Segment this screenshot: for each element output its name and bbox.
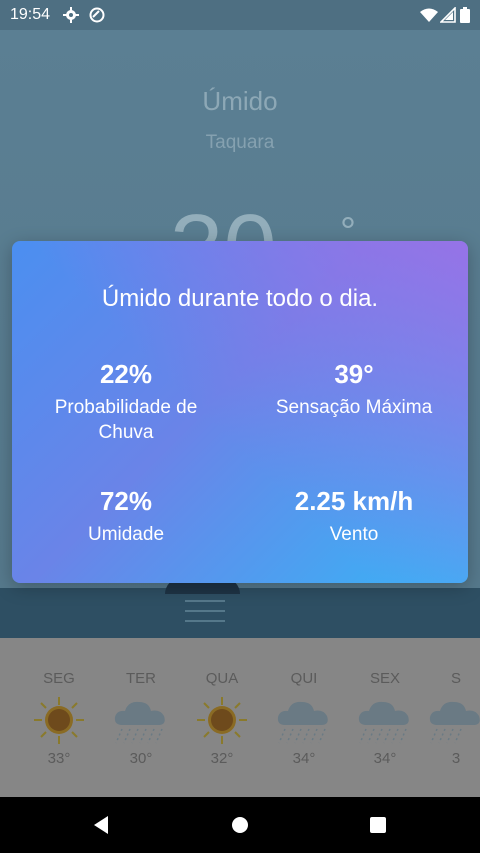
stat-label: Probabilidade de Chuva: [54, 397, 198, 443]
scene-reflection: [185, 600, 225, 602]
forecast-day[interactable]: QUA 32°: [181, 638, 263, 797]
max-feel-stat: 39° Sensação Máxima: [240, 359, 468, 421]
sun-icon: [197, 697, 247, 744]
forecast-strip: SEG 33° TER 30° QUA 32° QUI 34° SEX 34° …: [0, 638, 480, 797]
city-name: Taquara: [205, 132, 275, 153]
rain-icon: [358, 701, 409, 744]
forecast-day[interactable]: S 3: [415, 638, 480, 797]
forecast-day[interactable]: TER 30°: [100, 638, 182, 797]
humidity-stat: 72% Umidade: [12, 486, 240, 548]
wind-stat: 2.25 km/h Vento: [240, 486, 468, 548]
rain-probability-stat: 22% Probabilidade de Chuva: [12, 359, 240, 445]
forecast-day-label: QUI: [290, 670, 318, 687]
forecast-day[interactable]: SEG 33°: [18, 638, 100, 797]
stat-label: Vento: [329, 524, 379, 545]
forecast-day-label: S: [450, 670, 461, 687]
forecast-temp: 33°: [47, 750, 71, 767]
stat-label: Umidade: [87, 524, 165, 545]
weather-summary-dialog[interactable]: Úmido durante todo o dia. 22% Probabilid…: [12, 241, 468, 583]
forecast-day[interactable]: SEX 34°: [344, 638, 426, 797]
rain-icon: [114, 701, 165, 744]
battery-icon: [460, 7, 470, 23]
current-temperature: 30: [170, 196, 277, 241]
sun-icon: [34, 697, 84, 744]
degree-symbol: °: [340, 210, 356, 241]
status-bar: 19:54: [0, 0, 480, 30]
dialog-title: Úmido durante todo o dia.: [101, 285, 379, 312]
stat-value: 22%: [99, 359, 153, 389]
status-time: 19:54: [10, 6, 51, 23]
navigation-bar: [0, 797, 480, 853]
wifi-icon: [420, 8, 438, 22]
stat-value: 39°: [334, 359, 374, 389]
recents-icon[interactable]: [366, 813, 390, 837]
forecast-day-label: QUA: [205, 670, 239, 687]
rain-icon: [277, 701, 328, 744]
forecast-temp: 34°: [292, 750, 316, 767]
forecast-temp: 3: [451, 750, 461, 767]
stat-label: Sensação Máxima: [275, 397, 433, 418]
forecast-day-label: TER: [126, 670, 156, 687]
forecast-day[interactable]: QUI 34°: [263, 638, 345, 797]
rain-icon: [429, 701, 480, 744]
forecast-temp: 34°: [373, 750, 397, 767]
sync-icon: [89, 7, 105, 23]
signal-icon: [440, 7, 456, 23]
forecast-day-label: SEG: [43, 670, 75, 687]
stat-value: 72%: [99, 486, 153, 516]
landscape-scene: [0, 588, 480, 638]
weather-condition: Úmido: [202, 86, 278, 116]
forecast-temp: 30°: [129, 750, 153, 767]
forecast-day-label: SEX: [369, 670, 400, 687]
stat-value: 2.25 km/h: [294, 486, 414, 516]
forecast-temp: 32°: [210, 750, 234, 767]
back-icon[interactable]: [90, 813, 114, 837]
settings-icon: [63, 7, 79, 23]
home-icon[interactable]: [228, 813, 252, 837]
